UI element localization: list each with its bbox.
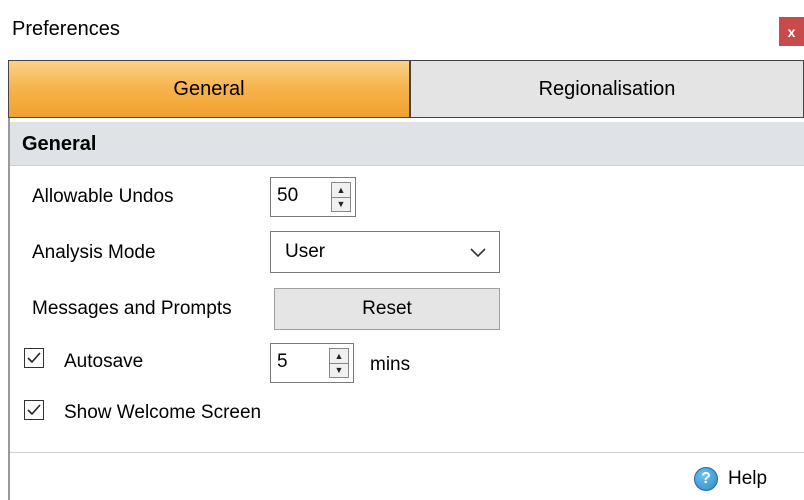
reset-button[interactable]: Reset	[274, 288, 500, 330]
allowable-undos-stepper[interactable]: 50 ▲ ▼	[270, 177, 356, 217]
help-button[interactable]: ? Help	[694, 464, 767, 494]
footer-divider	[10, 452, 804, 453]
help-label: Help	[728, 468, 768, 489]
allowable-undos-label: Allowable Undos	[32, 186, 174, 207]
preferences-window: Preferences x General Regionalisation Ge…	[0, 0, 804, 500]
spin-down-icon[interactable]: ▼	[332, 197, 350, 211]
section-header: General	[10, 122, 804, 166]
analysis-mode-label: Analysis Mode	[32, 242, 156, 263]
autosave-unit: mins	[370, 354, 411, 375]
section-title: General	[22, 133, 97, 155]
tab-regionalisation-label: Regionalisation	[538, 77, 676, 100]
spin-up-icon[interactable]: ▲	[332, 183, 350, 198]
close-button[interactable]: x	[779, 17, 804, 46]
panel-left-border	[8, 118, 10, 500]
title-bar: Preferences x	[0, 0, 804, 60]
autosave-stepper[interactable]: 5 ▲ ▼	[270, 343, 354, 383]
question-circle-icon: ?	[694, 467, 718, 491]
autosave-spin-buttons: ▲ ▼	[329, 348, 349, 378]
close-icon: x	[787, 23, 796, 40]
spin-up-icon[interactable]: ▲	[330, 349, 348, 364]
autosave-checkbox[interactable]	[24, 348, 44, 368]
tab-strip: General Regionalisation	[8, 60, 804, 120]
checkmark-icon	[27, 352, 41, 364]
show-welcome-label: Show Welcome Screen	[64, 402, 262, 423]
checkmark-icon	[27, 404, 41, 416]
analysis-mode-select[interactable]: User	[270, 231, 500, 273]
autosave-value: 5	[277, 351, 288, 372]
allowable-undos-value: 50	[277, 185, 299, 206]
tab-general[interactable]: General	[8, 60, 410, 118]
window-title: Preferences	[12, 18, 120, 40]
spin-down-icon[interactable]: ▼	[330, 363, 348, 377]
chevron-down-icon	[469, 243, 487, 266]
messages-prompts-label: Messages and Prompts	[32, 298, 232, 319]
tab-general-label: General	[173, 77, 245, 100]
allowable-undos-spin-buttons: ▲ ▼	[331, 182, 351, 212]
tab-regionalisation[interactable]: Regionalisation	[410, 60, 804, 118]
show-welcome-checkbox[interactable]	[24, 400, 44, 420]
analysis-mode-value: User	[285, 241, 326, 262]
autosave-label: Autosave	[64, 351, 144, 372]
